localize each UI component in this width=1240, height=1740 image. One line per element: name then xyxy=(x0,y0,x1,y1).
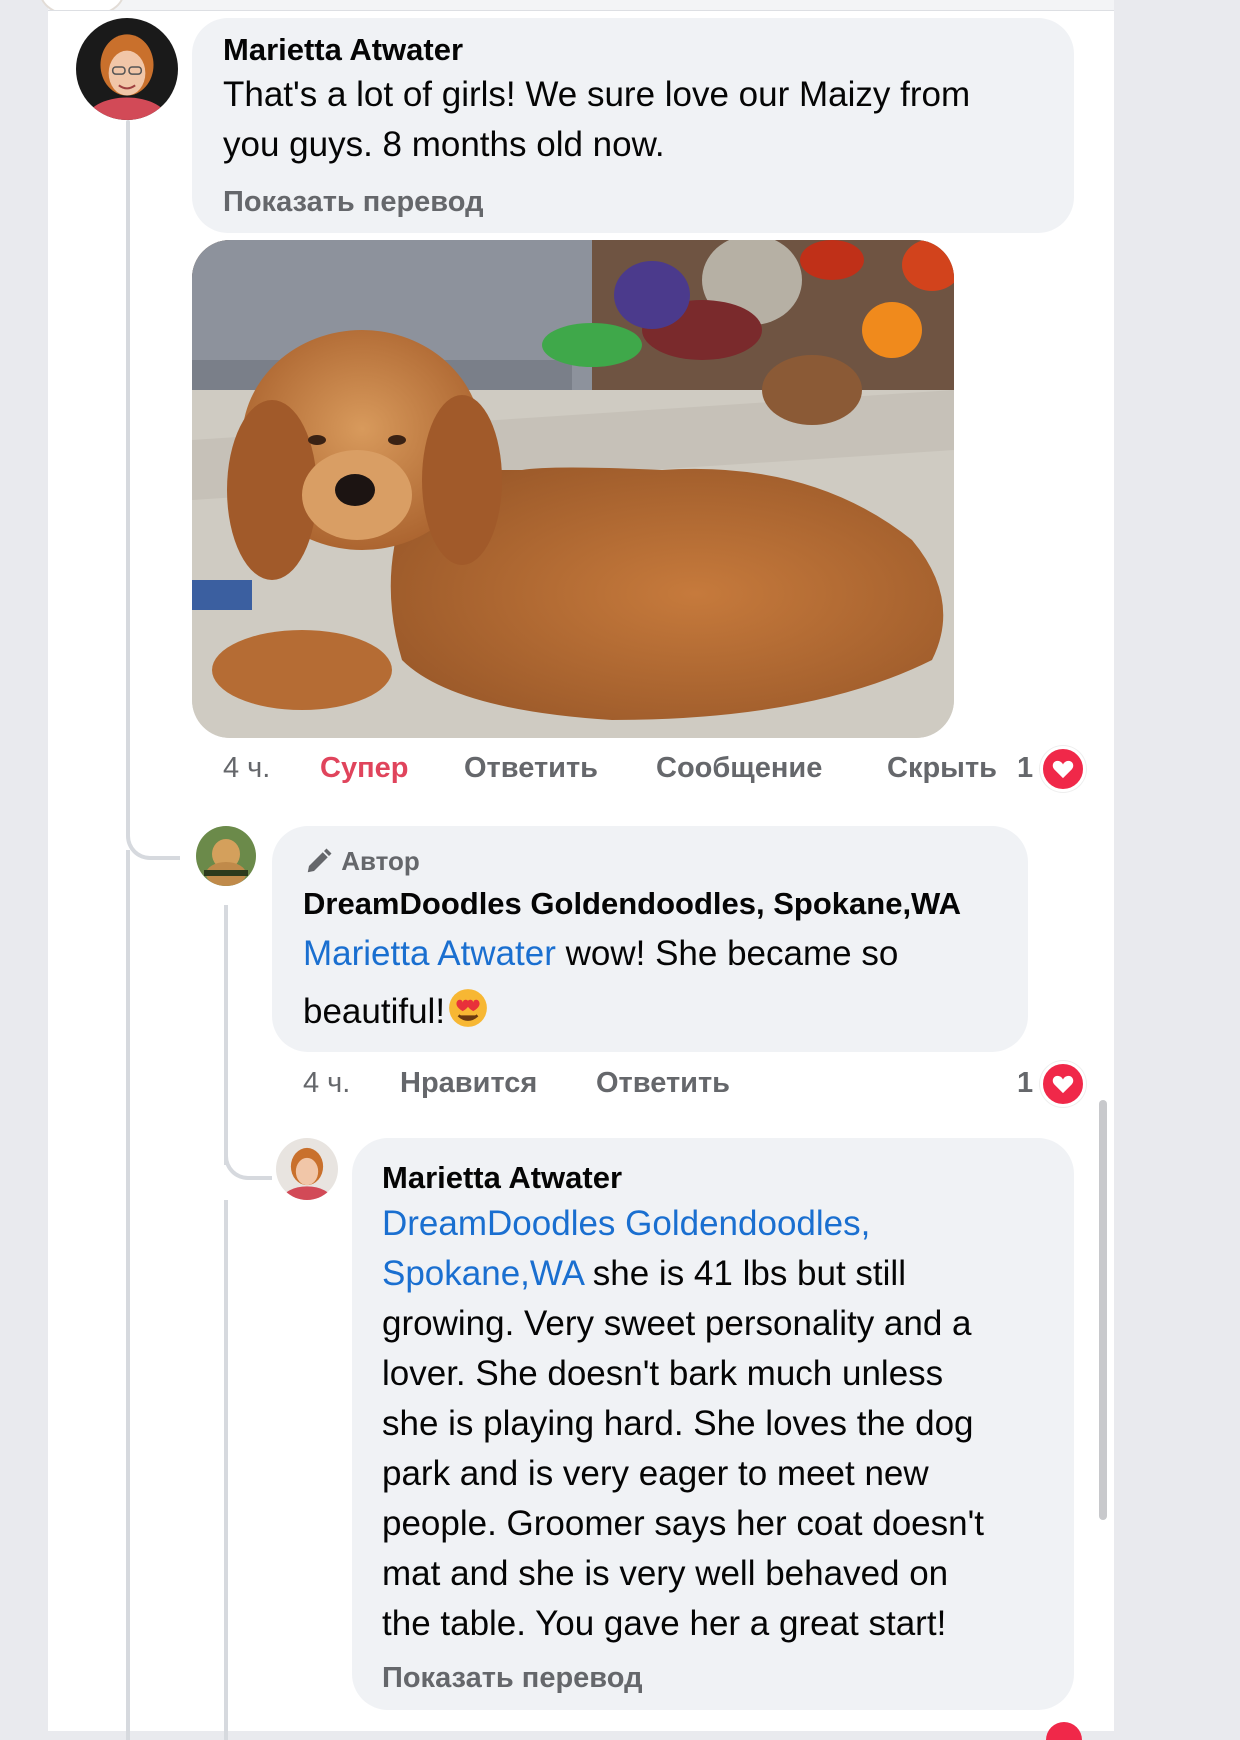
top-strip xyxy=(48,0,1114,10)
reaction-count[interactable]: 1 xyxy=(1017,1067,1033,1100)
reply-actions: 4 ч. Нравится Ответить 1 xyxy=(303,1067,1083,1107)
hide-button[interactable]: Скрыть xyxy=(887,752,997,785)
reaction-count[interactable]: 1 xyxy=(1017,752,1033,785)
comment-time[interactable]: 4 ч. xyxy=(223,752,270,785)
author-badge: Автор xyxy=(304,846,420,877)
mention-link[interactable]: Spokane,WA xyxy=(382,1254,583,1293)
reply-text-line: lover. She doesn't bark much unless xyxy=(382,1354,944,1393)
comment-photo[interactable] xyxy=(192,240,954,738)
reply-text-line: she is playing hard. She loves the dog xyxy=(382,1404,974,1443)
reply-text-line: people. Groomer says her coat doesn't xyxy=(382,1504,985,1543)
comment-author[interactable]: Marietta Atwater xyxy=(223,32,463,68)
comment-text-line: That's a lot of girls! We sure love our … xyxy=(223,75,971,114)
thread-line xyxy=(224,1200,228,1740)
thread-line xyxy=(126,120,130,830)
pencil-icon xyxy=(307,848,332,873)
reply-text-line: growing. Very sweet personality and a xyxy=(382,1304,972,1343)
thread-line xyxy=(126,850,130,1740)
reply-button[interactable]: Ответить xyxy=(596,1067,730,1100)
like-button[interactable]: Нравится xyxy=(400,1067,537,1100)
show-translation-link[interactable]: Показать перевод xyxy=(382,1662,642,1695)
reply-author[interactable]: Marietta Atwater xyxy=(382,1160,622,1196)
comment-text: That's a lot of girls! We sure love our … xyxy=(223,70,1053,170)
thread-line xyxy=(224,905,228,1165)
comment-actions: 4 ч. Супер Ответить Сообщение Скрыть 1 xyxy=(223,752,1083,792)
comment-text-line: you guys. 8 months old now. xyxy=(223,125,665,164)
avatar[interactable] xyxy=(76,18,178,120)
thread-connector xyxy=(224,1140,272,1180)
heart-eyes-emoji-icon xyxy=(449,989,487,1027)
reply-text: Marietta Atwater wow! She became so beau… xyxy=(303,925,1013,1041)
mention-link[interactable]: Marietta Atwater xyxy=(303,934,556,973)
react-button[interactable]: Супер xyxy=(320,752,408,785)
scrollbar[interactable] xyxy=(1099,1100,1107,1520)
reply-text-line: mat and she is very well behaved on xyxy=(382,1554,949,1593)
page-avatar[interactable] xyxy=(196,826,256,886)
message-button[interactable]: Сообщение xyxy=(656,752,822,785)
reply-button[interactable]: Ответить xyxy=(464,752,598,785)
reply-text-part: wow! She became so xyxy=(555,934,899,973)
avatar[interactable] xyxy=(276,1138,338,1200)
reply-text-line: the table. You gave her a great start! xyxy=(382,1604,947,1643)
mention-link[interactable]: DreamDoodles Goldendoodles, xyxy=(382,1199,1062,1249)
heart-reaction-icon[interactable] xyxy=(1040,746,1086,792)
reply-author[interactable]: DreamDoodles Goldendoodles, Spokane,WA xyxy=(303,886,961,922)
show-translation-link[interactable]: Показать перевод xyxy=(223,186,483,219)
reply-text-part: beautiful! xyxy=(303,992,446,1031)
reply-time[interactable]: 4 ч. xyxy=(303,1067,350,1100)
reply-text: DreamDoodles Goldendoodles, Spokane,WA s… xyxy=(382,1199,1062,1649)
author-badge-label: Автор xyxy=(341,846,420,876)
reply-text-line: park and is very eager to meet new xyxy=(382,1454,929,1493)
reply-text-part: she is 41 lbs but still xyxy=(583,1254,906,1293)
heart-reaction-icon[interactable] xyxy=(1040,1061,1086,1107)
thread-connector xyxy=(126,820,180,860)
